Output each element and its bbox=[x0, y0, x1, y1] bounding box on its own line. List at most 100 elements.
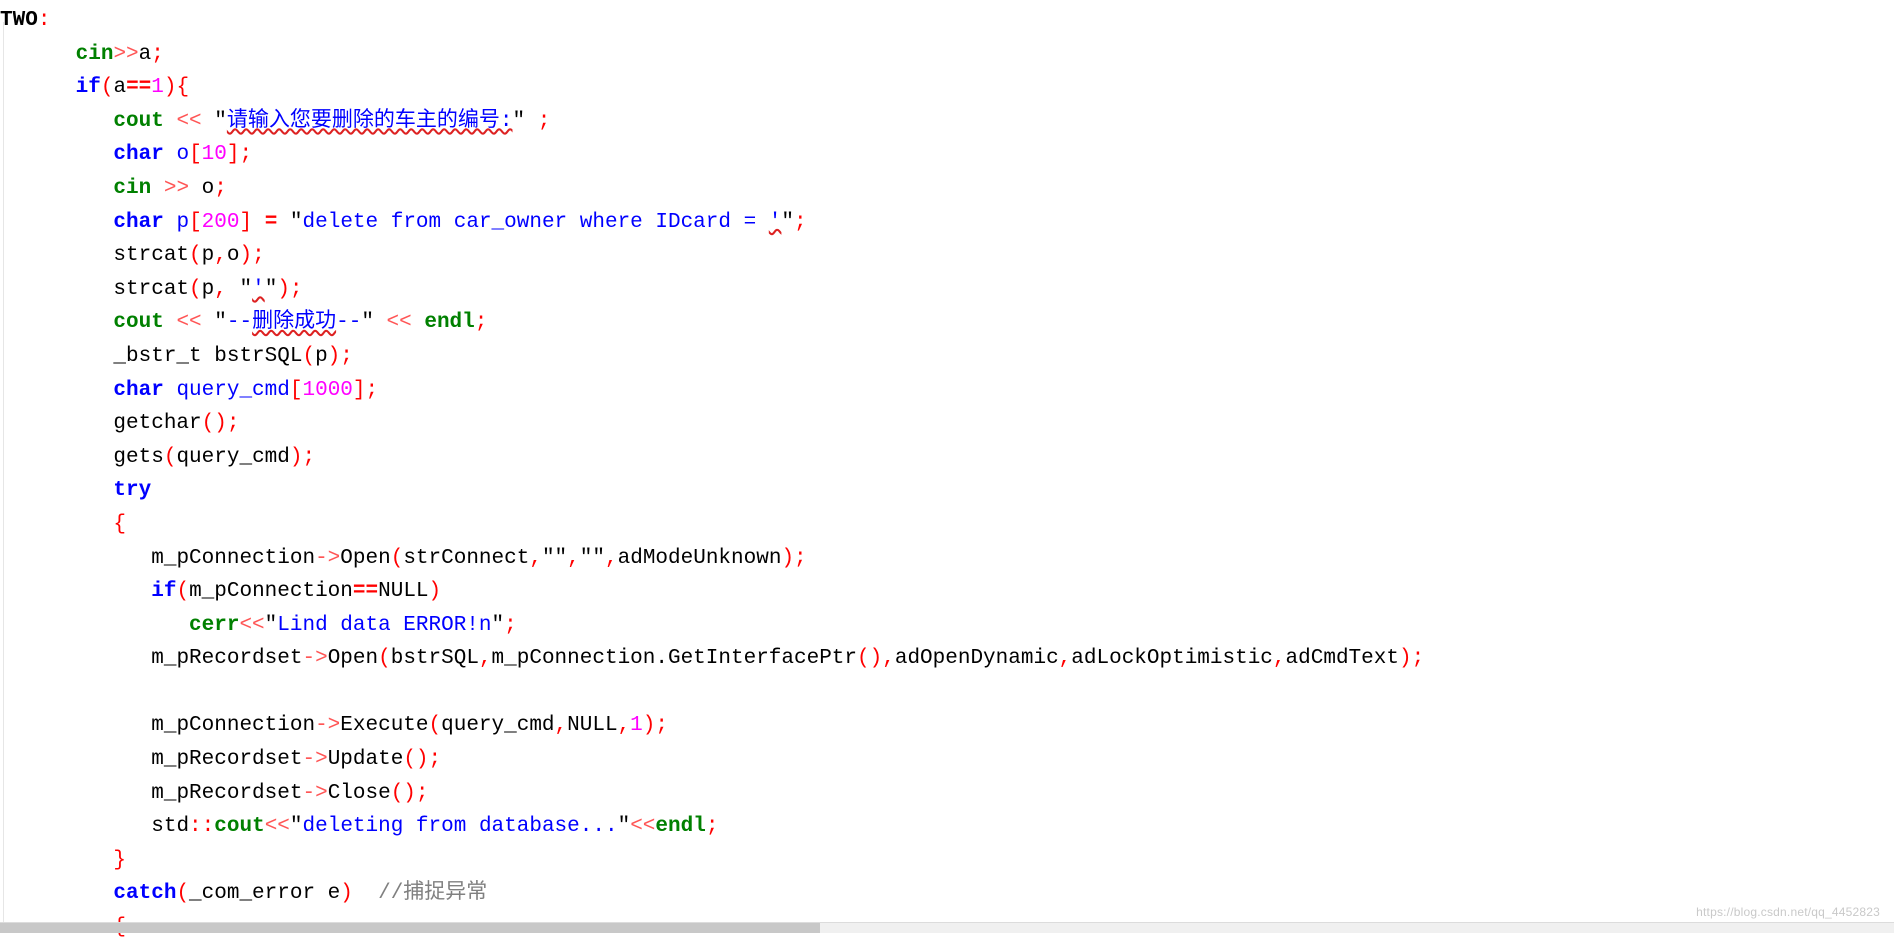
code-token: m_pConnection bbox=[189, 580, 353, 604]
code-listing[interactable]: TWO: cin>>a; if(a==1){ cout << "请输入您要删除的… bbox=[0, 4, 1894, 945]
line-cerr-lind[interactable]: cerr<<"Lind data ERROR!n"; bbox=[0, 609, 1894, 643]
code-token: std bbox=[151, 815, 190, 839]
code-token: () bbox=[403, 748, 429, 772]
line-gets[interactable]: gets(query_cmd); bbox=[0, 441, 1894, 475]
code-token: = bbox=[252, 210, 290, 234]
line-conn-execute[interactable]: m_pConnection->Execute(query_cmd,NULL,1)… bbox=[0, 709, 1894, 743]
code-token: adCmdText bbox=[1285, 647, 1399, 671]
line-strcat-p-o[interactable]: strcat(p,o); bbox=[0, 239, 1894, 273]
horizontal-scrollbar-track[interactable] bbox=[0, 922, 1894, 933]
code-token: [ bbox=[189, 143, 202, 167]
code-token: ( bbox=[176, 580, 190, 604]
code-token: -> bbox=[315, 546, 341, 570]
code-token: " bbox=[264, 277, 278, 301]
line-cout-success[interactable]: cout << "--删除成功--" << endl; bbox=[0, 306, 1894, 340]
line-strcat-p-quote[interactable]: strcat(p, "'"); bbox=[0, 273, 1894, 307]
line-try-close-brace[interactable]: } bbox=[0, 844, 1894, 878]
code-token: >> bbox=[151, 176, 202, 200]
code-token: -- bbox=[226, 311, 253, 335]
horizontal-scrollbar-thumb[interactable] bbox=[0, 923, 820, 933]
code-token: _bstr_t bstrSQL bbox=[113, 344, 303, 368]
line-bstr-t[interactable]: _bstr_t bstrSQL(p); bbox=[0, 340, 1894, 374]
code-token: TWO bbox=[0, 9, 38, 32]
code-token: strcat bbox=[113, 277, 190, 301]
line-recordset-close[interactable]: m_pRecordset->Close(); bbox=[0, 777, 1894, 811]
code-token: == bbox=[352, 580, 379, 604]
line-char-o-10[interactable]: char o[10]; bbox=[0, 138, 1894, 172]
line-recordset-open[interactable]: m_pRecordset->Open(bstrSQL,m_pConnection… bbox=[0, 642, 1894, 676]
line-char-p-200[interactable]: char p[200] = "delete from car_owner whe… bbox=[0, 206, 1894, 240]
line-std-cout-deleting[interactable]: std::cout<<"deleting from database..."<<… bbox=[0, 810, 1894, 844]
code-token: endl bbox=[655, 815, 706, 839]
code-token: Update bbox=[327, 748, 404, 772]
code-token: , bbox=[214, 277, 240, 301]
code-token: ; bbox=[289, 277, 303, 301]
code-token: ; bbox=[214, 176, 227, 200]
code-token: ; bbox=[705, 815, 719, 839]
line-getchar[interactable]: getchar(); bbox=[0, 407, 1894, 441]
line-try-open-brace[interactable]: { bbox=[0, 508, 1894, 542]
code-token: query_cmd bbox=[176, 445, 290, 469]
code-token: () bbox=[857, 647, 883, 671]
code-token: << bbox=[163, 311, 215, 335]
code-token: ; bbox=[151, 42, 164, 66]
line-try[interactable]: try bbox=[0, 474, 1894, 508]
line-label-two[interactable]: TWO: bbox=[0, 4, 1894, 38]
code-token: << bbox=[630, 815, 656, 839]
code-token: , bbox=[214, 244, 227, 268]
code-token: , bbox=[1058, 647, 1072, 671]
code-token: p bbox=[163, 210, 190, 234]
code-token: ; bbox=[428, 748, 442, 772]
code-token: Execute bbox=[340, 714, 429, 738]
line-if-a-eq-1[interactable]: if(a==1){ bbox=[0, 71, 1894, 105]
code-token: " bbox=[512, 109, 526, 133]
line-conn-open[interactable]: m_pConnection->Open(strConnect,"","",adM… bbox=[0, 542, 1894, 576]
line-recordset-update[interactable]: m_pRecordset->Update(); bbox=[0, 743, 1894, 777]
code-token: { bbox=[176, 76, 190, 100]
code-token: delete from car_owner where IDcard = bbox=[302, 210, 769, 234]
line-cout-prompt[interactable]: cout << "请输入您要删除的车主的编号:" ; bbox=[0, 105, 1894, 139]
line-cin-o[interactable]: cin >> o; bbox=[0, 172, 1894, 206]
code-token: o bbox=[163, 143, 190, 167]
code-token: Close bbox=[327, 781, 391, 805]
code-token: , bbox=[478, 647, 492, 671]
code-token: m_pConnection bbox=[151, 714, 316, 738]
line-char-query-cmd[interactable]: char query_cmd[1000]; bbox=[0, 374, 1894, 408]
code-token: ( bbox=[390, 546, 404, 570]
code-token: " bbox=[361, 311, 374, 335]
line-if-conn-null[interactable]: if(m_pConnection==NULL) bbox=[0, 575, 1894, 609]
code-token: 1 bbox=[630, 714, 643, 738]
code-token: ' bbox=[768, 210, 782, 234]
code-token: ( bbox=[163, 445, 177, 469]
code-token: cout bbox=[214, 815, 265, 839]
code-token: ] bbox=[239, 210, 253, 234]
code-token: Open bbox=[340, 546, 391, 570]
line-catch[interactable]: catch(_com_error e) //捕捉异常 bbox=[0, 877, 1894, 911]
code-token: p bbox=[315, 344, 328, 368]
line-blank-1[interactable] bbox=[0, 676, 1894, 710]
code-token: ) bbox=[1398, 647, 1412, 671]
code-token: } bbox=[113, 848, 127, 872]
code-token: strcat bbox=[113, 244, 190, 268]
code-token: " bbox=[239, 277, 253, 301]
code-token: 10 bbox=[201, 143, 227, 167]
code-token: ; bbox=[525, 109, 551, 133]
line-cin-a[interactable]: cin>>a; bbox=[0, 38, 1894, 72]
code-token: bstrSQL bbox=[390, 647, 479, 671]
code-token: , bbox=[567, 546, 580, 570]
code-token: //捕捉异常 bbox=[352, 882, 488, 906]
editor-margin-guide bbox=[3, 22, 4, 930]
code-token: ; bbox=[504, 613, 517, 637]
code-token: ( bbox=[378, 647, 391, 671]
code-token: ) bbox=[428, 580, 442, 604]
